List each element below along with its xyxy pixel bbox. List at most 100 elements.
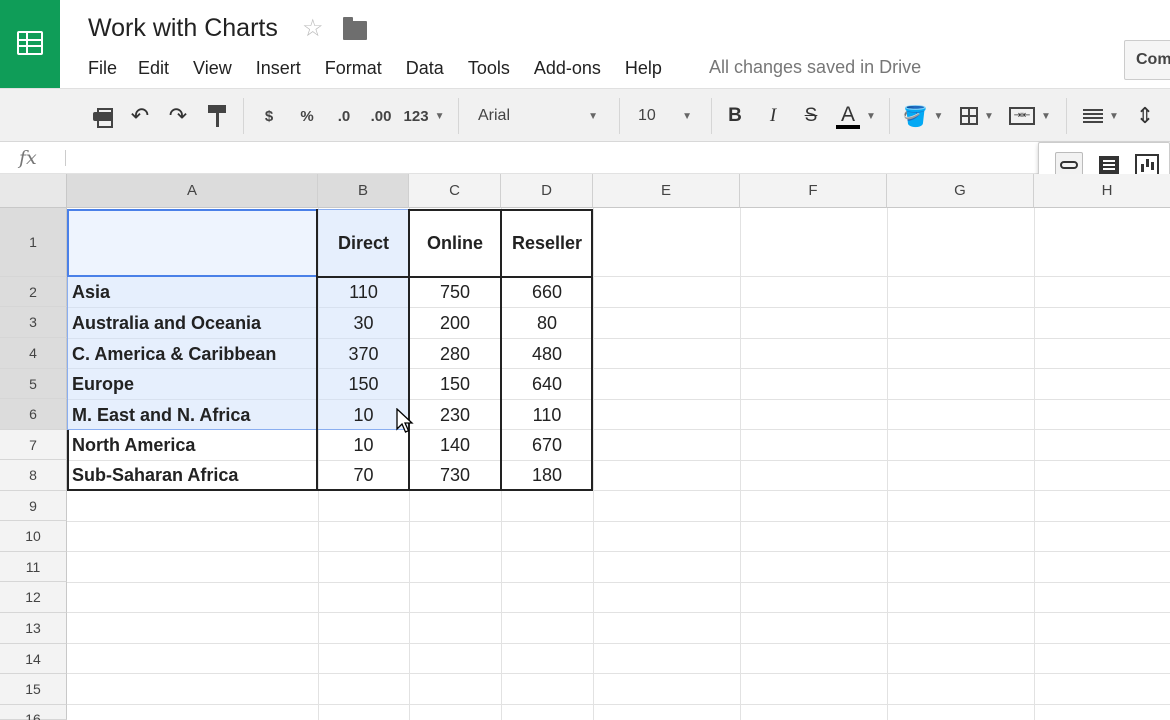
italic-button[interactable]: I [760, 103, 786, 129]
column-header-a[interactable]: A [67, 174, 318, 208]
row-header-1[interactable]: 1 [0, 208, 67, 277]
cell-c6[interactable]: 230 [409, 400, 501, 430]
more-formats-dropdown[interactable]: 123 ▼ [402, 103, 446, 129]
menu-edit[interactable]: Edit [138, 58, 169, 79]
row-header-3[interactable]: 3 [0, 307, 67, 338]
menu-tools[interactable]: Tools [468, 58, 510, 79]
menu-view[interactable]: View [193, 58, 232, 79]
chevron-down-icon: ▼ [1041, 110, 1051, 122]
app-header: Work with Charts ☆ File Edit View Insert… [0, 0, 1170, 88]
menu-add-ons[interactable]: Add-ons [534, 58, 601, 79]
menu-data[interactable]: Data [406, 58, 444, 79]
cell-d4[interactable]: 480 [501, 339, 593, 369]
grid-line [67, 582, 1170, 583]
folder-icon[interactable] [343, 17, 367, 40]
cell-d8[interactable]: 180 [501, 461, 593, 490]
row-header-7[interactable]: 7 [0, 430, 67, 460]
cell-c3[interactable]: 200 [409, 308, 501, 338]
cell-c1[interactable]: Online [409, 209, 501, 277]
cell-a6[interactable]: M. East and N. Africa [67, 400, 318, 430]
column-header-g[interactable]: G [887, 174, 1034, 208]
cell-a8[interactable]: Sub-Saharan Africa [67, 461, 318, 490]
row-header-16[interactable]: 16 [0, 705, 67, 720]
grid-line [67, 551, 1170, 552]
undo-button[interactable]: ↶ [127, 103, 153, 129]
cell-d5[interactable]: 640 [501, 369, 593, 399]
cell-a1[interactable] [67, 209, 318, 277]
cell-a5[interactable]: Europe [67, 369, 318, 399]
column-header-f[interactable]: F [740, 174, 887, 208]
strikethrough-button[interactable]: S [798, 103, 824, 129]
row-header-6[interactable]: 6 [0, 399, 67, 430]
column-header-b[interactable]: B [318, 174, 409, 208]
column-header-d[interactable]: D [501, 174, 593, 208]
column-header-e[interactable]: E [593, 174, 740, 208]
percent-format-button[interactable]: % [295, 103, 319, 129]
row-header-9[interactable]: 9 [0, 491, 67, 521]
font-family-value: Arial [478, 107, 511, 124]
column-header-h[interactable]: H [1034, 174, 1170, 208]
row-header-2[interactable]: 2 [0, 277, 67, 307]
redo-button[interactable]: ↷ [165, 103, 191, 129]
borders-button[interactable]: ▼ [954, 103, 1000, 129]
horizontal-align-button[interactable]: ▼ [1078, 103, 1124, 129]
paint-format-button[interactable] [204, 103, 230, 129]
cell-c4[interactable]: 280 [409, 339, 501, 369]
cell-d1[interactable]: Reseller [501, 209, 593, 277]
cell-a3[interactable]: Australia and Oceania [67, 308, 318, 338]
cell-b4[interactable]: 370 [318, 339, 409, 369]
cell-d2[interactable]: 660 [501, 277, 593, 307]
cell-b5[interactable]: 150 [318, 369, 409, 399]
cell-d7[interactable]: 670 [501, 430, 593, 460]
menu-file[interactable]: File [88, 58, 117, 79]
row-header-8[interactable]: 8 [0, 460, 67, 491]
row-header-10[interactable]: 10 [0, 521, 67, 552]
star-icon[interactable]: ☆ [302, 14, 324, 43]
print-button[interactable] [90, 103, 116, 129]
menu-insert[interactable]: Insert [256, 58, 301, 79]
cell-d3[interactable]: 80 [501, 308, 593, 338]
cell-b3[interactable]: 30 [318, 308, 409, 338]
vertical-align-button[interactable]: ⇕ [1130, 103, 1160, 129]
font-family-dropdown[interactable]: Arial ▼ [470, 103, 606, 129]
row-header-5[interactable]: 5 [0, 369, 67, 399]
row-header-4[interactable]: 4 [0, 338, 67, 369]
bold-button[interactable]: B [722, 103, 748, 129]
cell-c8[interactable]: 730 [409, 461, 501, 490]
cell-c7[interactable]: 140 [409, 430, 501, 460]
row-header-12[interactable]: 12 [0, 582, 67, 613]
cell-a4[interactable]: C. America & Caribbean [67, 339, 318, 369]
cell-c5[interactable]: 150 [409, 369, 501, 399]
merge-cells-button[interactable]: ⇥⇤ ▼ [1004, 103, 1056, 129]
menu-help[interactable]: Help [625, 58, 662, 79]
cell-b1[interactable]: Direct [318, 209, 409, 277]
decrease-decimals-button[interactable]: .0 [330, 103, 358, 129]
formula-input[interactable] [76, 148, 976, 168]
chevron-down-icon: ▼ [1109, 110, 1119, 122]
font-size-dropdown[interactable]: 10 ▼ [630, 103, 700, 129]
select-all-corner[interactable] [0, 174, 67, 208]
fill-color-button[interactable]: 🪣 ▼ [900, 103, 946, 129]
row-header-14[interactable]: 14 [0, 644, 67, 674]
row-header-11[interactable]: 11 [0, 552, 67, 582]
column-header-c[interactable]: C [409, 174, 501, 208]
document-title[interactable]: Work with Charts [88, 14, 278, 43]
save-status[interactable]: All changes saved in Drive [709, 57, 921, 78]
menu-format[interactable]: Format [325, 58, 382, 79]
font-size-value: 10 [638, 107, 656, 124]
cell-c2[interactable]: 750 [409, 277, 501, 307]
spreadsheet-grid[interactable]: A B C D E F G H 1 2 3 4 5 6 7 8 9 10 11 … [0, 174, 1170, 720]
cell-d6[interactable]: 110 [501, 400, 593, 430]
cell-b8[interactable]: 70 [318, 461, 409, 490]
grid-line [67, 612, 1170, 613]
row-header-15[interactable]: 15 [0, 674, 67, 705]
comments-button[interactable]: Comments [1124, 40, 1170, 80]
row-header-13[interactable]: 13 [0, 613, 67, 644]
text-color-button[interactable]: A ▼ [832, 103, 880, 129]
increase-decimals-button[interactable]: .00 [366, 103, 396, 129]
cell-b2[interactable]: 110 [318, 277, 409, 307]
sheets-logo-icon[interactable] [0, 0, 60, 88]
currency-format-button[interactable]: $ [258, 103, 280, 129]
cell-a2[interactable]: Asia [67, 277, 318, 307]
cell-a7[interactable]: North America [67, 430, 318, 460]
